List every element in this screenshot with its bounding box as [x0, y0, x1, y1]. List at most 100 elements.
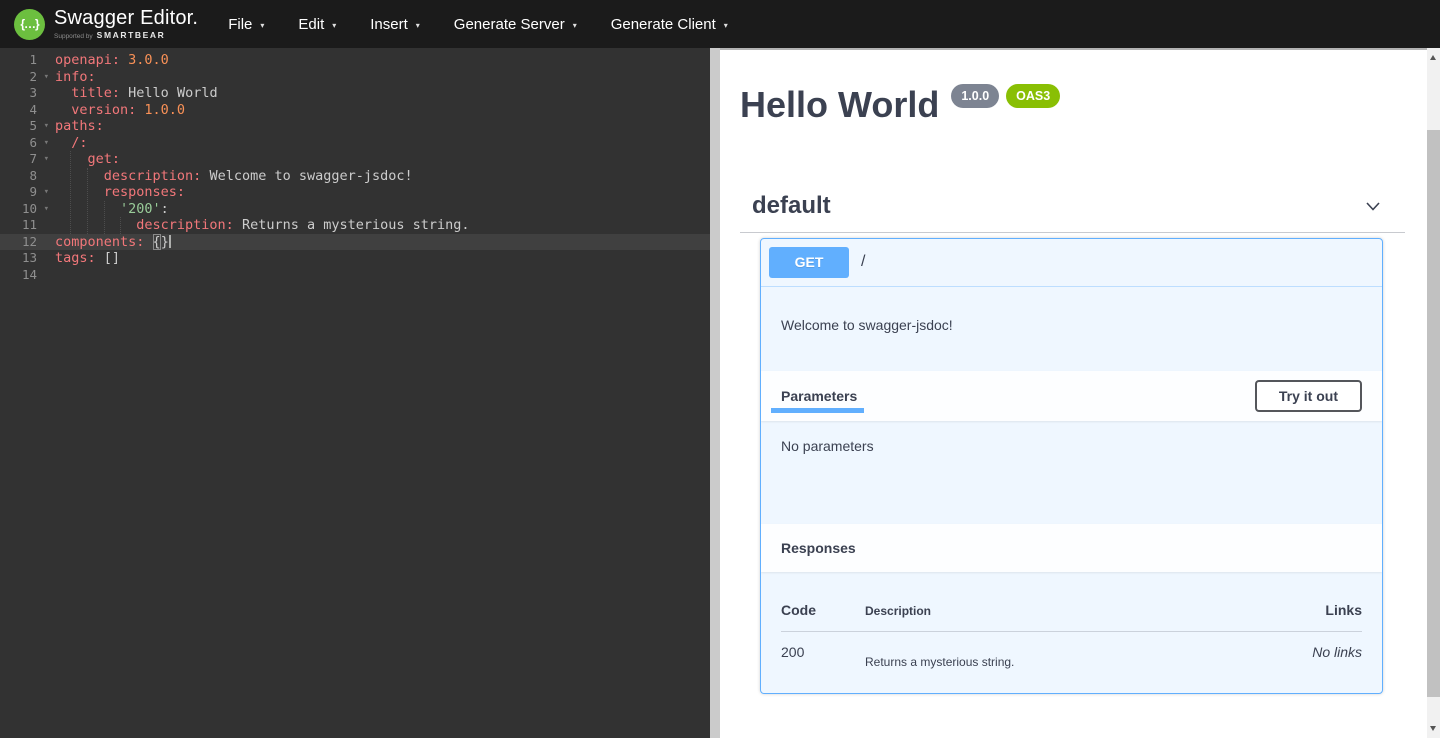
token-plain — [55, 151, 88, 167]
col-header-description: Description — [865, 604, 1242, 618]
caret-down-icon: ▾ — [416, 19, 420, 30]
code-text: '200': — [55, 201, 169, 218]
line-number: 6▾ — [0, 135, 50, 152]
response-code: 200 — [781, 644, 865, 660]
code-text: paths: — [55, 118, 104, 135]
caret-down-icon: ▾ — [260, 19, 264, 30]
vertical-scrollbar[interactable] — [1427, 48, 1440, 738]
token-plain — [55, 168, 104, 184]
menu-edit[interactable]: Edit ▾ — [298, 16, 336, 33]
parameters-tab: Parameters — [781, 388, 857, 404]
token-key: tags: — [55, 250, 96, 266]
smartbear-label: SMARTBEAR — [97, 31, 166, 40]
line-number: 2▾ — [0, 69, 50, 86]
swagger-logo-icon: {…} — [14, 9, 45, 40]
tag-section: default GET / Welcome to swagger-jsdoc! … — [740, 192, 1405, 694]
line-number: 4 — [0, 102, 50, 119]
menu-generate-server[interactable]: Generate Server▾ — [454, 16, 577, 33]
line-number: 7▾ — [0, 151, 50, 168]
token-plain — [55, 201, 120, 217]
code-line-6[interactable]: 6▾ /: — [0, 135, 710, 152]
scroll-up-arrow-icon[interactable] — [1430, 55, 1436, 60]
tag-default-toggle[interactable]: default — [740, 192, 1405, 233]
code-text: /: — [55, 135, 88, 152]
token-plain: Welcome to swagger-jsdoc! — [201, 168, 412, 184]
code-line-8[interactable]: 8 description: Welcome to swagger-jsdoc! — [0, 168, 710, 185]
operation-summary[interactable]: GET / — [761, 239, 1382, 287]
code-text: version: 1.0.0 — [55, 102, 185, 119]
code-line-7[interactable]: 7▾ get: — [0, 151, 710, 168]
brand-block: Swagger Editor. Supported by SMARTBEAR — [54, 8, 198, 41]
code-text: description: Welcome to swagger-jsdoc! — [55, 168, 413, 185]
code-text: openapi: 3.0.0 — [55, 52, 169, 69]
responses-table-head: Code Description Links — [781, 590, 1362, 632]
line-number: 10▾ — [0, 201, 50, 218]
menu-insert[interactable]: Insert ▾ — [370, 16, 420, 33]
token-key: get: — [88, 151, 121, 167]
code-text: components: {} — [55, 234, 171, 251]
col-header-code: Code — [781, 602, 865, 618]
line-number: 9▾ — [0, 184, 50, 201]
text-cursor — [169, 235, 171, 248]
code-line-2[interactable]: 2▾ info: — [0, 69, 710, 86]
fold-toggle-icon[interactable]: ▾ — [44, 184, 49, 201]
fold-toggle-icon[interactable]: ▾ — [44, 135, 49, 152]
api-info: Hello World 1.0.0 OAS3 — [740, 86, 1405, 124]
menu-generate-client[interactable]: Generate Client▾ — [611, 16, 728, 33]
code-text: responses: — [55, 184, 185, 201]
menu-label: Edit — [298, 16, 324, 33]
line-number: 3 — [0, 85, 50, 102]
code-text: tags: [] — [55, 250, 120, 267]
swagger-ui-panel: Hello World 1.0.0 OAS3 default GET / Wel… — [720, 48, 1427, 738]
token-key: components: — [55, 234, 144, 250]
token-num: 3.0.0 — [120, 52, 169, 68]
code-line-14[interactable]: 14 — [0, 267, 710, 284]
scrollbar-thumb[interactable] — [1427, 130, 1440, 697]
token-plain — [55, 135, 71, 151]
chevron-down-icon[interactable] — [1363, 196, 1383, 216]
token-key: /: — [71, 135, 87, 151]
code-line-12[interactable]: 12components: {} — [0, 234, 710, 251]
app-title: Swagger Editor. — [54, 8, 198, 28]
code-line-1[interactable]: 1 openapi: 3.0.0 — [0, 52, 710, 69]
caret-down-icon: ▾ — [724, 19, 728, 30]
fold-toggle-icon[interactable]: ▾ — [44, 69, 49, 86]
response-row-200: 200 Returns a mysterious string. No link… — [781, 632, 1362, 669]
line-number: 1 — [0, 52, 50, 69]
token-key: info: — [55, 69, 96, 85]
code-line-10[interactable]: 10▾ '200': — [0, 201, 710, 218]
token-key: title: — [71, 85, 120, 101]
code-text: description: Returns a mysterious string… — [55, 217, 470, 234]
try-it-out-button[interactable]: Try it out — [1255, 380, 1362, 412]
supported-by-label: Supported by — [54, 34, 93, 41]
api-title: Hello World — [740, 86, 939, 124]
fold-toggle-icon[interactable]: ▾ — [44, 118, 49, 135]
token-plain — [55, 102, 71, 118]
active-tab-underline — [771, 408, 864, 413]
token-key: openapi: — [55, 52, 120, 68]
get-operation-block: GET / Welcome to swagger-jsdoc! Paramete… — [760, 238, 1383, 694]
token-plain — [144, 234, 152, 250]
scroll-down-arrow-icon[interactable] — [1430, 726, 1436, 731]
token-plain: Hello World — [120, 85, 218, 101]
code-line-4[interactable]: 4 version: 1.0.0 — [0, 102, 710, 119]
fold-toggle-icon[interactable]: ▾ — [44, 151, 49, 168]
code-line-13[interactable]: 13tags: [] — [0, 250, 710, 267]
code-line-3[interactable]: 3 title: Hello World — [0, 85, 710, 102]
menu-label: Insert — [370, 16, 408, 33]
code-line-5[interactable]: 5▾paths: — [0, 118, 710, 135]
code-line-9[interactable]: 9▾ responses: — [0, 184, 710, 201]
token-plain: Returns a mysterious string. — [234, 217, 470, 233]
caret-down-icon: ▾ — [573, 19, 577, 30]
get-method-button[interactable]: GET — [769, 247, 849, 278]
caret-down-icon: ▾ — [332, 19, 336, 30]
code-line-11[interactable]: 11 description: Returns a mysterious str… — [0, 217, 710, 234]
token-plain — [55, 85, 71, 101]
fold-toggle-icon[interactable]: ▾ — [44, 201, 49, 218]
parameters-header: Parameters Try it out — [761, 371, 1382, 421]
responses-label: Responses — [781, 540, 856, 556]
menu-file[interactable]: File▾ — [228, 16, 264, 33]
menubar: File▾Edit▾Insert▾Generate Server▾Generat… — [228, 16, 728, 33]
pane-splitter[interactable] — [710, 48, 720, 738]
yaml-code-editor[interactable]: 1openapi: 3.0.02▾info:3 title: Hello Wor… — [0, 48, 710, 738]
